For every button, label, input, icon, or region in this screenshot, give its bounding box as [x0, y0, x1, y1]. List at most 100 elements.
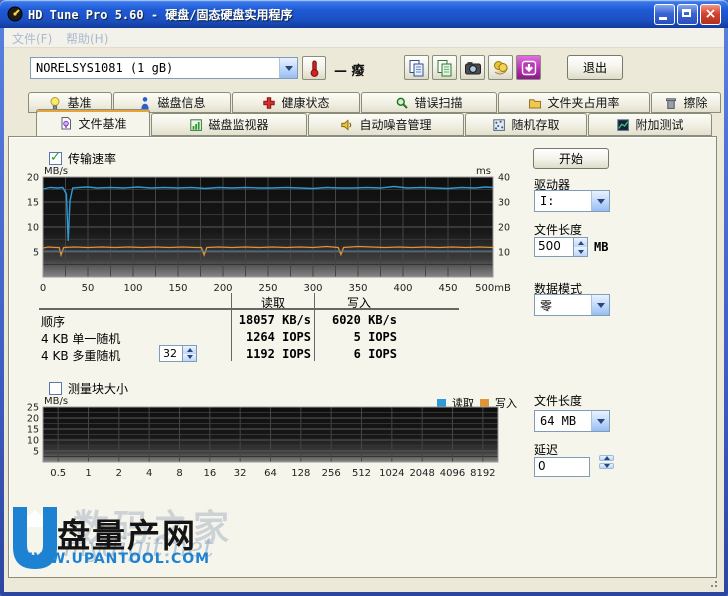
arrow-up-icon	[187, 348, 193, 352]
minimize-button[interactable]	[654, 4, 675, 25]
camera-icon	[464, 59, 482, 77]
benchmark-bulb-icon	[48, 96, 62, 110]
delay-spinner[interactable]	[599, 455, 614, 469]
file-length-spinner[interactable]: 500	[534, 237, 588, 257]
spin-down-button[interactable]	[574, 247, 587, 256]
svg-text:64: 64	[264, 468, 277, 479]
spin-up-button[interactable]	[183, 346, 196, 354]
table-header-rule	[39, 308, 459, 310]
tab-random-access[interactable]: 随机存取	[465, 113, 587, 136]
drive-select-value: NORELSYS1081 (1 gB)	[31, 61, 279, 75]
drive-combo[interactable]: I:	[534, 190, 610, 212]
tab-file-benchmark[interactable]: 文件基准	[36, 109, 150, 136]
disk-info-icon	[138, 96, 152, 110]
arrow-up-icon	[604, 456, 610, 460]
svg-text:450: 450	[438, 283, 457, 294]
checkbox-box	[49, 152, 62, 165]
svg-text:10: 10	[27, 223, 39, 234]
svg-text:25: 25	[27, 403, 39, 414]
svg-text:30: 30	[498, 198, 510, 209]
watermark-site-url: WWW.UPANTOOL.COM	[17, 551, 210, 567]
svg-text:15: 15	[27, 425, 39, 436]
tab-disk-monitor[interactable]: 磁盘监视器	[151, 113, 307, 136]
watermark-site-name: 盘量产网	[57, 509, 197, 557]
donate-button[interactable]	[488, 55, 513, 80]
menu-file[interactable]: 文件(F)	[12, 30, 52, 47]
svg-text:4096: 4096	[440, 468, 465, 479]
transfer-rate-chart: 5101520MB/s10203040ms0501001502002503003…	[25, 165, 525, 297]
spin-down-button[interactable]	[183, 354, 196, 362]
tab-auto-acoustic[interactable]: 自动噪音管理	[308, 113, 464, 136]
svg-text:400: 400	[393, 283, 412, 294]
queue-depth-spinner[interactable]: 32	[159, 345, 197, 362]
file-length-unit: MB	[594, 240, 608, 254]
file-length2-arrow[interactable]	[591, 411, 609, 431]
svg-text:15: 15	[27, 198, 39, 209]
chevron-down-icon	[597, 303, 605, 308]
svg-text:2: 2	[116, 468, 122, 479]
data-mode-arrow[interactable]	[591, 295, 609, 315]
svg-text:500mB: 500mB	[475, 283, 511, 294]
file-length-value[interactable]: 500	[534, 237, 574, 257]
spin-up-button[interactable]	[574, 238, 587, 247]
start-button[interactable]: 开始	[533, 148, 609, 169]
table-row-label: 4 KB 多重随机	[41, 347, 120, 364]
client-area: 文件(F) 帮助(H) NORELSYS1081 (1 gB) — 癈	[4, 28, 724, 592]
svg-text:8192: 8192	[470, 468, 495, 479]
file-length2-combo[interactable]: 64 MB	[534, 410, 610, 432]
spin-down-button[interactable]	[599, 463, 614, 469]
maximize-button[interactable]	[677, 4, 698, 25]
tab-health[interactable]: 健康状态	[232, 92, 360, 113]
svg-text:20: 20	[27, 173, 39, 184]
menu-help[interactable]: 帮助(H)	[66, 30, 108, 47]
file-benchmark-page: 传输速率 开始 5101520MB/s10203040ms05010015020…	[8, 136, 717, 578]
extra-tests-icon	[616, 118, 630, 132]
tab-extra-tests[interactable]: 附加测试	[588, 113, 712, 136]
svg-text:0.5: 0.5	[50, 468, 66, 479]
table-row-read: 1192 IOPS	[211, 347, 311, 361]
file-length2-value: 64 MB	[535, 414, 591, 428]
tab-erase[interactable]: 擦除	[651, 92, 721, 113]
svg-text:16: 16	[203, 468, 216, 479]
svg-text:300: 300	[303, 283, 322, 294]
drive-select-arrow[interactable]	[279, 58, 297, 78]
app-icon	[7, 6, 23, 22]
tab-folder-usage[interactable]: 文件夹占用率	[498, 92, 650, 113]
disk-monitor-icon	[189, 118, 203, 132]
resize-grip[interactable]	[709, 577, 721, 589]
table-row-label: 顺序	[41, 313, 65, 330]
close-button[interactable]: ×	[700, 4, 721, 25]
menu-bar: 文件(F) 帮助(H)	[4, 28, 724, 48]
download-button[interactable]	[516, 55, 541, 80]
svg-text:200: 200	[213, 283, 232, 294]
svg-text:150: 150	[168, 283, 187, 294]
exit-button-label: 退出	[583, 59, 607, 76]
arrow-down-icon	[578, 250, 584, 254]
title-bar: HD Tune Pro 5.60 - 硬盘/固态硬盘实用程序 ×	[0, 0, 728, 28]
spin-up-button[interactable]	[599, 455, 614, 461]
temperature-button[interactable]	[302, 56, 326, 80]
svg-text:0: 0	[40, 283, 46, 294]
error-scan-icon	[395, 96, 409, 110]
download-icon	[520, 59, 538, 77]
drive-combo-arrow[interactable]	[591, 191, 609, 211]
copy-text-button[interactable]	[404, 55, 429, 80]
delay-label: 延迟	[534, 441, 558, 458]
exit-button[interactable]: 退出	[567, 55, 623, 80]
screenshot-button[interactable]	[460, 55, 485, 80]
svg-text:40: 40	[498, 173, 510, 184]
block-size-chart: 510152025MB/s0.5124816326412825651210242…	[25, 393, 525, 488]
thermometer-icon	[307, 59, 321, 77]
delay-value[interactable]: 0	[534, 457, 590, 477]
svg-text:MB/s: MB/s	[44, 396, 68, 407]
tab-label: 错误扫描	[414, 94, 462, 111]
drive-select[interactable]: NORELSYS1081 (1 gB)	[30, 57, 298, 79]
data-mode-combo[interactable]: 零	[534, 294, 610, 316]
queue-depth-value[interactable]: 32	[159, 345, 183, 362]
tab-error-scan[interactable]: 错误扫描	[361, 92, 497, 113]
health-cross-icon	[262, 96, 276, 110]
tab-label: 磁盘信息	[157, 94, 205, 111]
file-benchmark-icon	[59, 116, 73, 130]
svg-text:1024: 1024	[379, 468, 404, 479]
copy-image-button[interactable]	[432, 55, 457, 80]
